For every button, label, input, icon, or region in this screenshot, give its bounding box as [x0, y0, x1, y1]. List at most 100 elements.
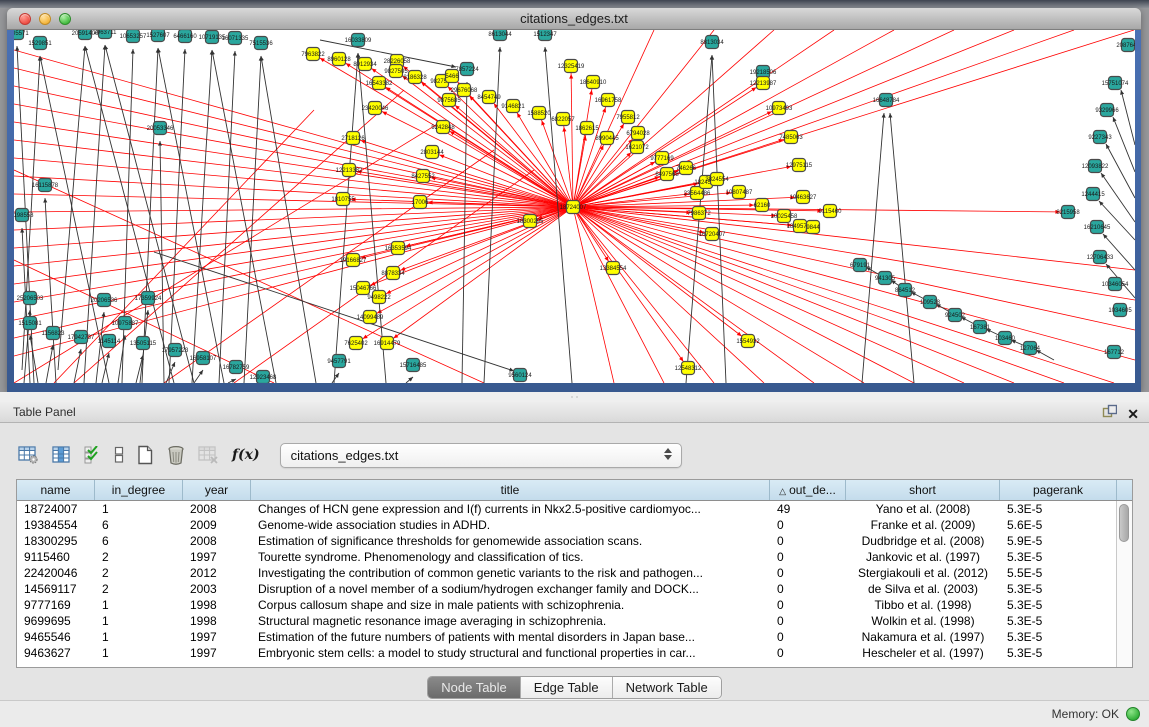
table-cell: 1997	[183, 645, 251, 661]
graph-node-label: 20206536	[91, 298, 118, 304]
new-column-icon[interactable]	[137, 445, 154, 465]
graph-node-label: 7485063	[779, 135, 803, 141]
memory-status-icon[interactable]	[1126, 707, 1140, 721]
unselect-all-columns-icon[interactable]	[114, 446, 124, 464]
table-row[interactable]: 2242004622012Investigating the contribut…	[17, 565, 1132, 581]
table-row[interactable]: 911546021997Tourette syndrome. Phenomeno…	[17, 549, 1132, 565]
column-header[interactable]: △out_de...	[770, 480, 846, 500]
table-cell: Stergiakouli et al. (2012)	[846, 565, 1000, 581]
float-window-icon[interactable]	[1102, 404, 1117, 423]
graph-node-label: 1512347	[533, 32, 557, 38]
minimize-window-button[interactable]	[39, 13, 51, 25]
graph-node-label: 864512	[895, 288, 916, 294]
column-header[interactable]: pagerank	[1000, 480, 1117, 500]
table-cell: 1998	[183, 613, 251, 629]
table-cell: 5.3E-5	[1000, 581, 1117, 597]
table-toolbar: f(x) citations_edges.txt	[18, 439, 1149, 471]
zoom-window-button[interactable]	[59, 13, 71, 25]
status-bar: Memory: OK	[0, 700, 1149, 727]
table-row[interactable]: 1872400712008Changes of HCN gene express…	[17, 501, 1132, 517]
graph-node-label: 6822057	[551, 117, 575, 123]
table-cell: 1	[95, 613, 183, 629]
table-scrollbar[interactable]	[1116, 501, 1132, 667]
graph-node-label: 1198558	[14, 213, 34, 219]
window-titlebar[interactable]: citations_edges.txt	[7, 8, 1141, 30]
table-row[interactable]: 977716911998Corpus callosum shape and si…	[17, 597, 1132, 613]
table-row[interactable]: 1456911722003Disruption of a novel membe…	[17, 581, 1132, 597]
table-cell: 18300295	[17, 533, 95, 549]
table-mode-icon[interactable]	[18, 446, 39, 464]
table-cell: 49	[770, 501, 846, 517]
tab-network-table[interactable]: Network Table	[613, 677, 721, 698]
table-cell: 0	[770, 565, 846, 581]
graph-node-label: 10807487	[726, 190, 753, 196]
table-cell: 0	[770, 517, 846, 533]
graph-node-label: 9227343	[1088, 135, 1112, 141]
graph-node-label: 14099489	[357, 315, 384, 321]
graph-node-label: 9457791	[327, 359, 351, 365]
table-cell: Corpus callosum shape and size in male p…	[251, 597, 770, 613]
graph-node-label: 12975115	[786, 163, 813, 169]
show-columns-icon[interactable]	[52, 446, 71, 464]
graph-node-label: 9560124	[508, 373, 532, 379]
panel-divider[interactable]	[0, 392, 1149, 402]
graph-node-label: 8813034	[700, 40, 724, 46]
table-cell: 5.3E-5	[1000, 613, 1117, 629]
column-header[interactable]: short	[846, 480, 1000, 500]
graph-node-label: 7625402	[344, 341, 368, 347]
select-all-columns-icon[interactable]	[84, 446, 101, 464]
table-cell: 0	[770, 533, 846, 549]
column-header[interactable]: name	[17, 480, 95, 500]
graph-node-label: 16115878	[32, 183, 59, 189]
scrollbar-thumb[interactable]	[1119, 504, 1129, 542]
table-cell: 0	[770, 581, 846, 597]
close-panel-icon[interactable]: ✕	[1127, 406, 1139, 422]
table-cell: 2008	[183, 533, 251, 549]
graph-node-label: 16958107	[190, 356, 217, 362]
table-cell: 1	[95, 501, 183, 517]
graph-node-label: 12213987	[750, 81, 777, 87]
graph-node-label: 13505115	[130, 341, 157, 347]
tab-edge-table[interactable]: Edge Table	[521, 677, 613, 698]
table-row[interactable]: 1938455462009Genome-wide association stu…	[17, 517, 1132, 533]
table-cell: Tibbo et al. (1998)	[846, 597, 1000, 613]
table-row[interactable]: 946362711997Embryonic stem cells: a mode…	[17, 645, 1132, 661]
delete-column-icon[interactable]	[167, 445, 185, 465]
column-header[interactable]: year	[183, 480, 251, 500]
table-selector-dropdown[interactable]: citations_edges.txt	[280, 443, 682, 468]
graph-node-label: 16961758	[595, 98, 622, 104]
graph-node-label: 19463627	[790, 195, 817, 201]
column-header[interactable]: in_degree	[95, 480, 183, 500]
tab-node-table[interactable]: Node Table	[428, 677, 521, 698]
graph-node-label: 16353594	[385, 246, 412, 252]
close-window-button[interactable]	[19, 13, 31, 25]
graph-node-label: 1156823	[42, 331, 66, 337]
graph-node-label: 1588520	[527, 111, 551, 117]
table-cell: 0	[770, 597, 846, 613]
graph-node-label: 3824554	[705, 177, 729, 183]
table-cell: 2	[95, 565, 183, 581]
graph-node-label: 103460	[995, 336, 1016, 342]
graph-node-label: 17957223	[162, 348, 189, 354]
graph-node-label: 1515081	[18, 321, 42, 327]
column-header[interactable]: title	[251, 480, 770, 500]
graph-node-label: 941305	[875, 276, 896, 282]
graph-node-label: 8613044	[488, 32, 512, 38]
graph-node-label: 2803144	[420, 150, 444, 156]
graph-node-label: 15751074	[1102, 81, 1129, 87]
table-cell: Investigating the contribution of common…	[251, 565, 770, 581]
table-cell: 5.3E-5	[1000, 549, 1117, 565]
graph-node-label: 1244415	[1081, 192, 1105, 198]
graph-node-label: 679191	[850, 263, 871, 269]
table-row[interactable]: 969969511998Structural magnetic resonanc…	[17, 613, 1132, 629]
graph-node-label: 25206503	[17, 296, 44, 302]
function-builder-icon[interactable]: f(x)	[232, 447, 260, 463]
graph-node-label: 2963711	[94, 30, 118, 36]
table-row[interactable]: 946554611997Estimation of the future num…	[17, 629, 1132, 645]
table-row[interactable]: 1830029562008Estimation of significance …	[17, 533, 1132, 549]
graph-node-label: 10653257	[120, 34, 147, 40]
graph-node-label: 13384554	[600, 266, 627, 272]
network-canvas[interactable]: 9405571152985120591406296371110653257152…	[14, 30, 1135, 383]
graph-node-label: 10346054	[1102, 282, 1129, 288]
table-cell: 6	[95, 533, 183, 549]
